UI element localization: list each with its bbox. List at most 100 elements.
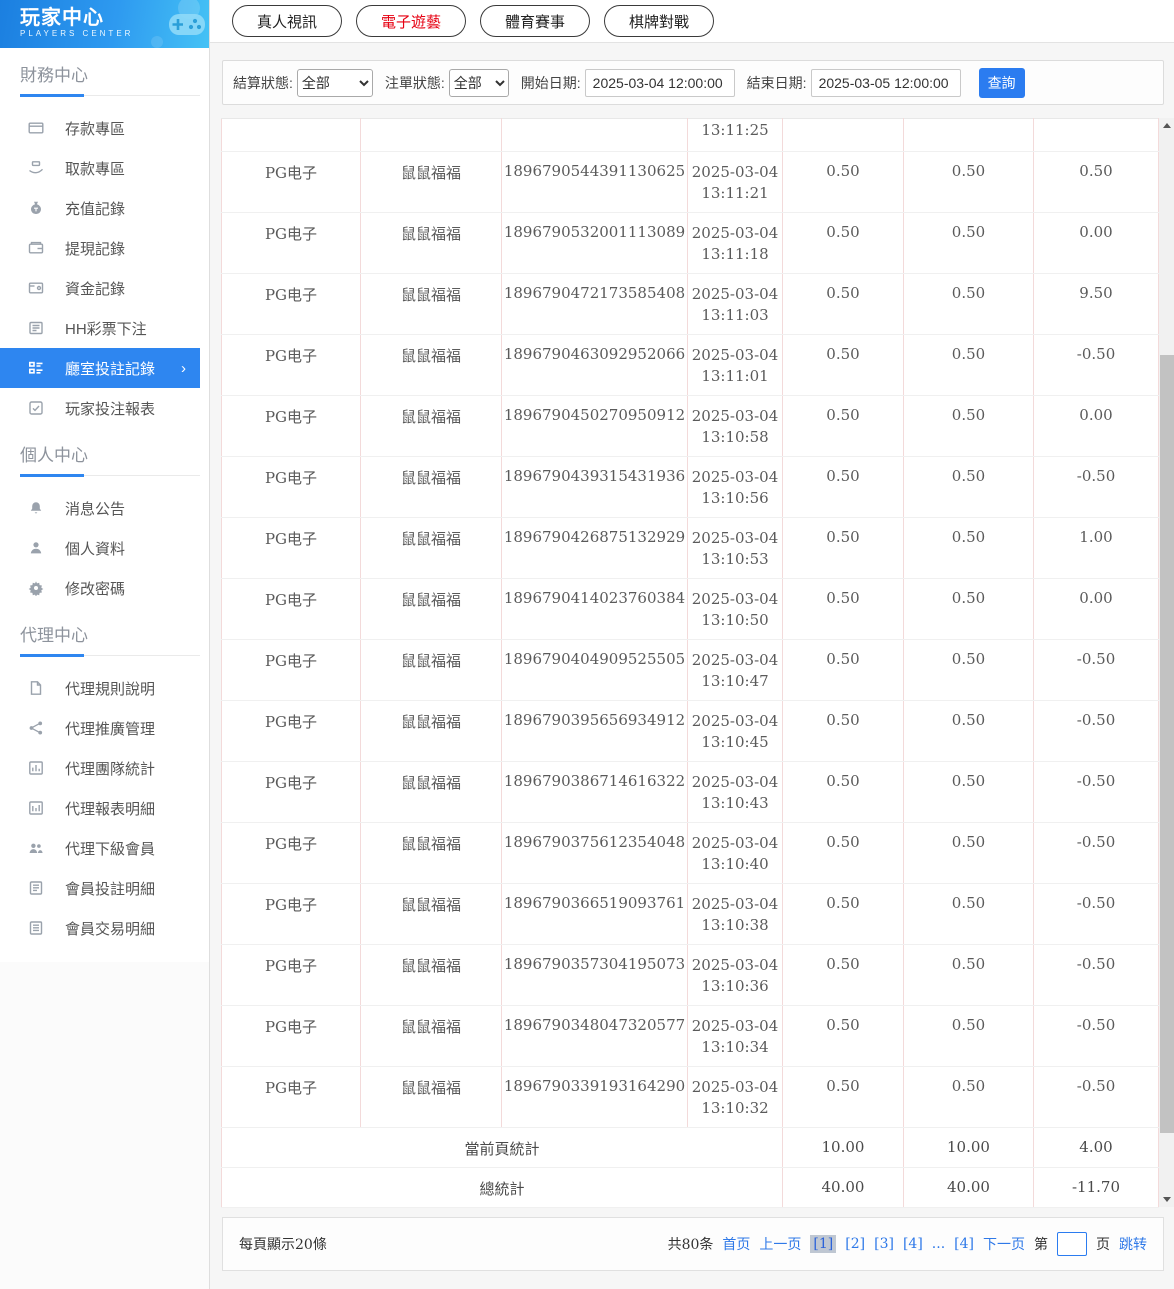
money-bag-icon	[28, 200, 44, 216]
sidebar-item-agent-report-detail[interactable]: 代理報表明細	[0, 788, 209, 828]
scroll-up-arrow[interactable]	[1159, 118, 1174, 133]
cell-time: 2025-03-04 13:10:38	[687, 883, 783, 945]
pagination-bar: 每頁顯示20條 共80条 首页 上一页 [1] [2] [3] [4] ... …	[222, 1217, 1164, 1271]
sidebar-item-label: 個人資料	[65, 540, 126, 558]
cell-win-loss: -0.50	[1033, 456, 1159, 518]
bell-icon	[28, 500, 44, 516]
sidebar-item-label: 修改密碼	[65, 580, 126, 598]
cell-game: 鼠鼠福福	[360, 456, 502, 518]
cell-win-loss: 0.00	[1033, 395, 1159, 457]
last-page-link[interactable]: [4]	[954, 1236, 974, 1252]
cell-order-id: 1896790439315431936	[501, 456, 688, 518]
tab-live-video[interactable]: 真人視訊	[232, 5, 343, 37]
cell-time: 2025-03-04 13:10:40	[687, 822, 783, 884]
sidebar-item-withdraw-record[interactable]: 提現記錄	[0, 228, 209, 268]
table-row: PG电子 鼠鼠福福 1896790348047320577 2025-03-04…	[221, 1005, 1159, 1067]
cell-provider: PG电子	[221, 1005, 361, 1067]
cell-order-id: 1896790414023760384	[501, 578, 688, 640]
cell-bet: 0.50	[782, 517, 904, 579]
clipboard-icon	[28, 920, 44, 936]
cell-win-loss	[1033, 118, 1159, 152]
table-scrollbar[interactable]	[1159, 118, 1174, 1207]
cell-provider: PG电子	[221, 334, 361, 396]
cell-order-id: 1896790348047320577	[501, 1005, 688, 1067]
jump-page-input[interactable]	[1057, 1232, 1087, 1256]
cell-provider: PG电子	[221, 395, 361, 457]
sidebar-item-hh-lottery[interactable]: HH彩票下注	[0, 308, 209, 348]
cell-game: 鼠鼠福福	[360, 212, 502, 274]
start-date-input[interactable]	[584, 68, 735, 97]
cell-win-loss: 1.00	[1033, 517, 1159, 579]
cell-valid-bet: 0.50	[903, 517, 1034, 579]
end-date-input[interactable]	[810, 68, 961, 97]
cell-game: 鼠鼠福福	[360, 151, 502, 213]
cell-win-loss: -0.50	[1033, 639, 1159, 701]
cell-order-id: 1896790395656934912	[501, 700, 688, 762]
sidebar-item-label: 代理推廣管理	[65, 720, 156, 738]
cell-valid-bet: 0.50	[903, 944, 1034, 1006]
table-summary: 當前頁統計 10.00 10.00 4.00 總統計 40.00 40.00 -…	[221, 1127, 1159, 1208]
tab-sports-events[interactable]: 體育賽事	[480, 5, 591, 37]
sidebar-item-change-password[interactable]: 修改密碼	[0, 568, 209, 608]
cell-provider: PG电子	[221, 944, 361, 1006]
scroll-down-arrow[interactable]	[1159, 1192, 1174, 1207]
cell-game: 鼠鼠福福	[360, 334, 502, 396]
cell-bet: 0.50	[782, 456, 904, 518]
jump-go-link[interactable]: 跳转	[1119, 1234, 1147, 1254]
total-summary-bet: 40.00	[782, 1167, 904, 1208]
prev-page-link[interactable]: 上一页	[759, 1234, 801, 1254]
cell-time: 13:11:25	[687, 118, 783, 152]
sidebar-item-profile[interactable]: 個人資料	[0, 528, 209, 568]
sidebar-item-agent-sub-members[interactable]: 代理下級會員	[0, 828, 209, 868]
cell-valid-bet: 0.50	[903, 761, 1034, 823]
page-link-1-current[interactable]: [1]	[810, 1235, 837, 1253]
sidebar-item-withdraw[interactable]: 取款專區	[0, 148, 209, 188]
sidebar-item-messages[interactable]: 消息公告	[0, 488, 209, 528]
sidebar-item-hall-bet-record[interactable]: 廳室投註記錄 ›	[0, 348, 200, 388]
bank-card-icon	[28, 120, 44, 136]
per-page-label: 每頁顯示20條	[239, 1237, 327, 1253]
sidebar-item-label: 會員交易明細	[65, 920, 156, 938]
report-check-icon	[28, 400, 44, 416]
table-body: 13:11:25 PG电子 鼠鼠福福 1896790544391130625 2…	[221, 118, 1159, 1128]
cell-win-loss: -0.50	[1033, 1066, 1159, 1128]
tab-board-games[interactable]: 棋牌對戰	[604, 5, 715, 37]
next-page-link[interactable]: 下一页	[983, 1234, 1025, 1254]
sidebar-item-funds-record[interactable]: 資金記錄	[0, 268, 209, 308]
sidebar-item-label: 消息公告	[65, 500, 126, 518]
first-page-link[interactable]: 首页	[722, 1234, 750, 1254]
sidebar-item-label: 會員投註明細	[65, 880, 156, 898]
cell-provider: PG电子	[221, 1066, 361, 1128]
sidebar-item-deposit[interactable]: 存款專區	[0, 108, 209, 148]
sidebar-item-agent-rules[interactable]: 代理規則說明	[0, 668, 209, 708]
table-row: PG电子 鼠鼠福福 1896790414023760384 2025-03-04…	[221, 578, 1159, 640]
cell-win-loss: -0.50	[1033, 944, 1159, 1006]
sidebar-item-member-bet-detail[interactable]: 會員投註明細	[0, 868, 209, 908]
page-summary-row: 當前頁統計 10.00 10.00 4.00	[221, 1127, 1159, 1168]
sidebar-item-label: 取款專區	[65, 160, 126, 178]
cell-valid-bet: 0.50	[903, 578, 1034, 640]
sidebar-item-agent-promo[interactable]: 代理推廣管理	[0, 708, 209, 748]
settle-status-select[interactable]: 全部	[296, 68, 373, 97]
cell-game: 鼠鼠福福	[360, 273, 502, 335]
cell-valid-bet: 0.50	[903, 883, 1034, 945]
query-button[interactable]: 查詢	[978, 67, 1025, 98]
cell-bet: 0.50	[782, 334, 904, 396]
cell-game: 鼠鼠福福	[360, 700, 502, 762]
sidebar-item-player-bet-report[interactable]: 玩家投注報表	[0, 388, 209, 428]
sidebar-item-member-trade-detail[interactable]: 會員交易明細	[0, 908, 209, 948]
page-link-4[interactable]: [4]	[903, 1236, 923, 1252]
cell-game: 鼠鼠福福	[360, 822, 502, 884]
scrollbar-thumb[interactable]	[1160, 355, 1174, 1133]
cell-provider	[221, 118, 361, 152]
order-status-select[interactable]: 全部	[448, 68, 509, 97]
tab-electronic-games[interactable]: 電子遊藝	[356, 5, 467, 37]
page-link-2[interactable]: [2]	[845, 1236, 865, 1252]
jump-prefix: 第	[1034, 1237, 1048, 1253]
table-row: PG电子 鼠鼠福福 1896790544391130625 2025-03-04…	[221, 151, 1159, 213]
cell-provider: PG电子	[221, 761, 361, 823]
sidebar-item-agent-team-stats[interactable]: 代理團隊統計	[0, 748, 209, 788]
sidebar-item-recharge-record[interactable]: 充值記錄	[0, 188, 209, 228]
page-link-3[interactable]: [3]	[874, 1236, 894, 1252]
cell-valid-bet: 0.50	[903, 1005, 1034, 1067]
